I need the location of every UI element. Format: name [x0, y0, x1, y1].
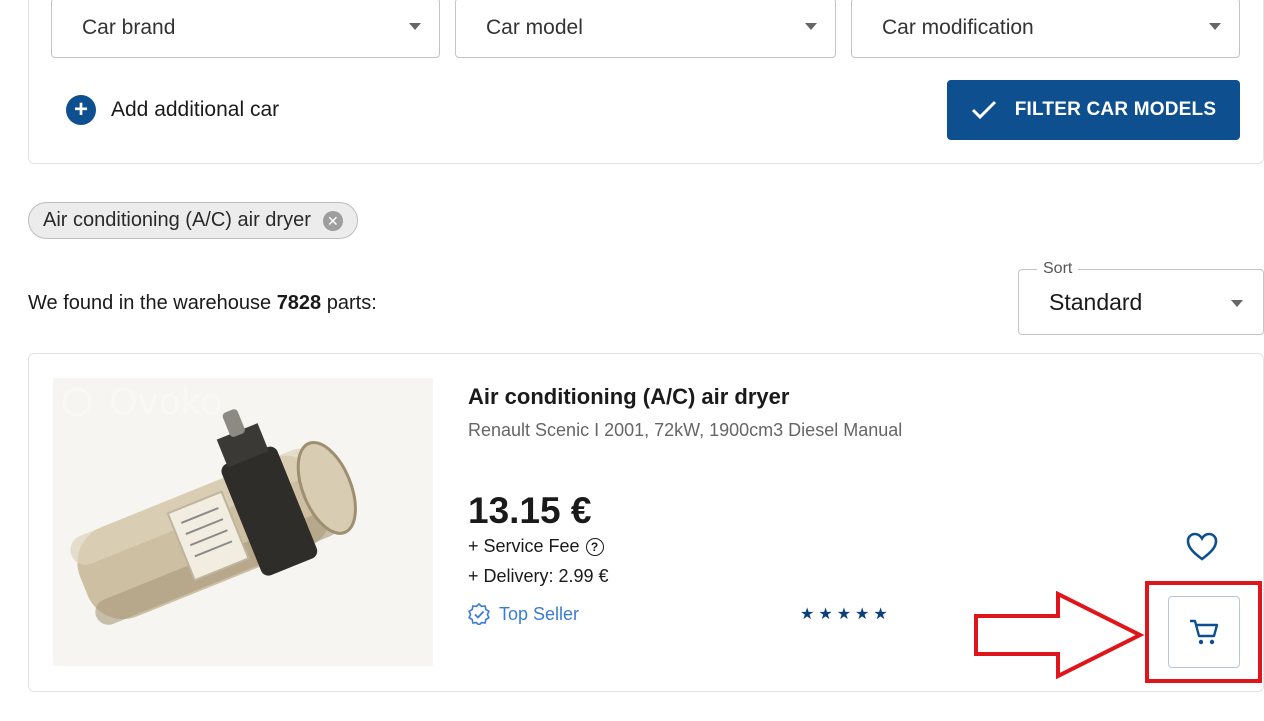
results-count: 7828 — [276, 292, 322, 314]
star-icon: ★ — [873, 606, 892, 623]
top-seller-label: Top Seller — [499, 603, 580, 624]
chevron-down-icon — [1209, 23, 1221, 30]
seller-rating: ★★★★★ — [800, 604, 892, 624]
product-price: 13.15 € — [468, 490, 592, 531]
service-fee-label: + Service Fee — [468, 536, 580, 556]
product-image[interactable]: Ovoko — [53, 378, 433, 666]
service-fee: + Service Fee ? — [468, 536, 604, 557]
results-suffix: parts: — [321, 292, 377, 314]
star-icon: ★ — [855, 606, 874, 623]
top-seller-badge: Top Seller — [468, 603, 579, 625]
filter-car-models-button[interactable]: FILTER CAR MODELS — [947, 80, 1240, 140]
checkmark-icon — [971, 100, 996, 120]
annotation-arrow — [974, 590, 1145, 680]
car-modification-select[interactable]: Car modification — [851, 0, 1240, 58]
add-car-label: Add additional car — [111, 98, 280, 121]
sort-select[interactable]: Sort Standard — [1018, 260, 1264, 335]
chevron-down-icon — [805, 23, 817, 30]
active-filter-chip: Air conditioning (A/C) air dryer ✕ — [28, 202, 358, 239]
delivery-cost: + Delivery: 2.99 € — [468, 566, 609, 586]
car-model-select[interactable]: Car model — [455, 0, 836, 58]
results-prefix: We found in the warehouse — [28, 292, 277, 314]
chevron-down-icon — [409, 23, 421, 30]
air-dryer-photo: Ovoko — [53, 378, 433, 666]
chevron-down-icon — [1231, 300, 1243, 307]
filter-button-label: FILTER CAR MODELS — [1014, 99, 1217, 120]
product-title[interactable]: Air conditioning (A/C) air dryer — [468, 384, 789, 410]
close-circle-icon[interactable]: ✕ — [322, 210, 343, 231]
question-circle-icon[interactable]: ? — [585, 537, 604, 556]
star-icon: ★ — [836, 606, 856, 623]
results-count-text: We found in the warehouse 7828 parts: — [28, 292, 377, 315]
add-additional-car-button[interactable]: + Add additional car — [66, 95, 279, 125]
watermark-text: Ovoko — [109, 382, 222, 423]
star-icon: ★ — [818, 606, 837, 623]
annotation-highlight-box — [1145, 581, 1262, 683]
car-model-placeholder: Car model — [486, 16, 583, 39]
wishlist-button[interactable] — [1186, 532, 1218, 567]
car-brand-placeholder: Car brand — [82, 16, 176, 39]
sort-legend: Sort — [1037, 260, 1079, 278]
product-subtitle: Renault Scenic I 2001, 72kW, 1900cm3 Die… — [468, 420, 903, 440]
star-icon: ★ — [800, 606, 819, 623]
plus-circle-icon: + — [66, 95, 96, 125]
chip-label: Air conditioning (A/C) air dryer — [43, 209, 311, 231]
sort-value: Standard — [1049, 289, 1143, 315]
car-modification-placeholder: Car modification — [882, 16, 1034, 39]
verified-badge-icon — [468, 603, 490, 625]
heart-icon — [1186, 532, 1218, 561]
car-brand-select[interactable]: Car brand — [51, 0, 440, 58]
